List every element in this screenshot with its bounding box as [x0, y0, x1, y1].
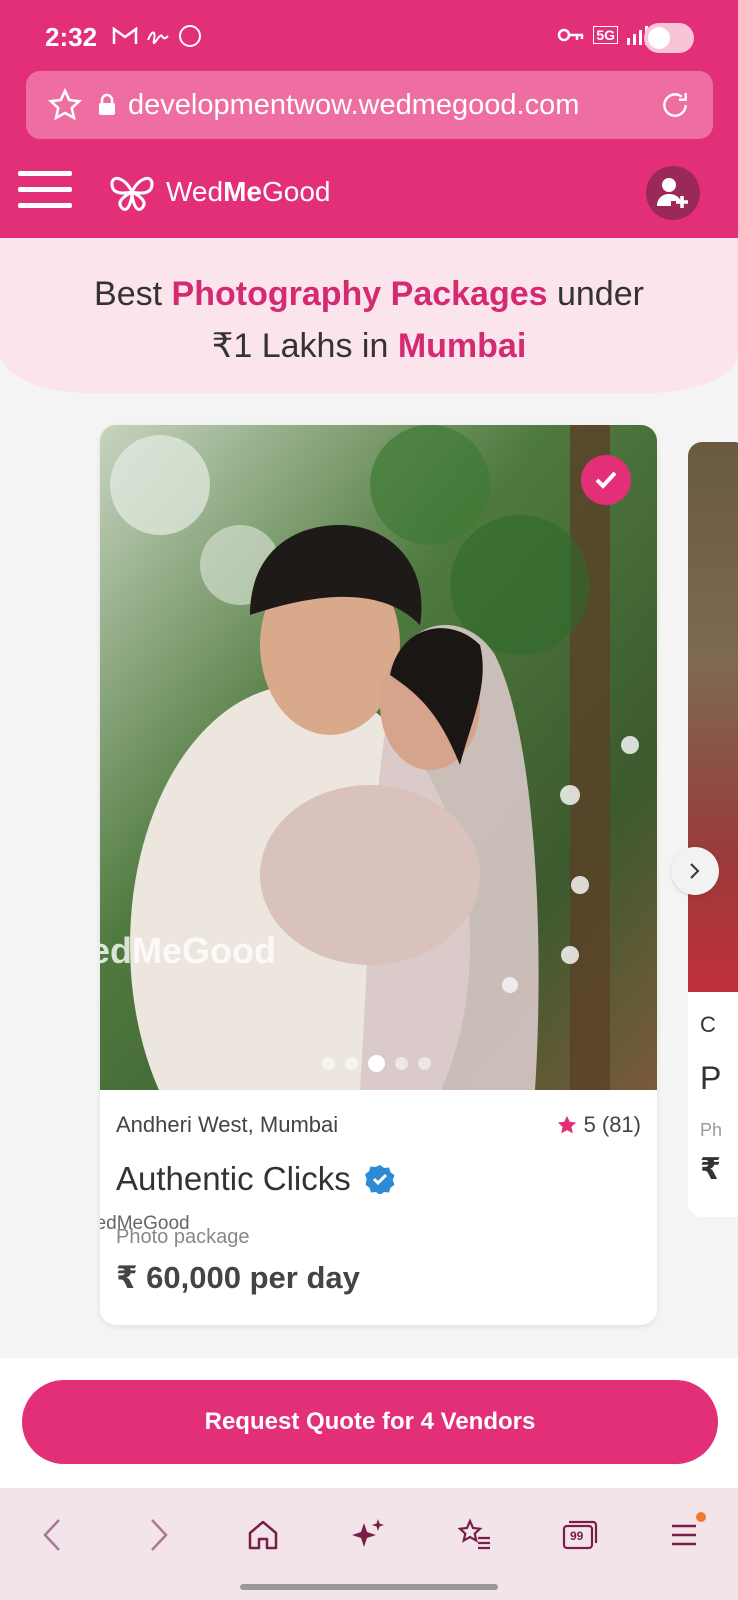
- carousel-dot[interactable]: [395, 1057, 408, 1070]
- vendor-name[interactable]: Authentic Clicks: [116, 1160, 395, 1198]
- carousel-dot[interactable]: [322, 1057, 335, 1070]
- image-watermark: edMeGood: [100, 930, 276, 971]
- add-user-button[interactable]: [646, 166, 700, 220]
- peek-vendor-name: P: [700, 1060, 722, 1096]
- tabs-button[interactable]: 99: [555, 1510, 605, 1560]
- package-type: Photo package: [116, 1226, 250, 1248]
- couple-photo-image: [100, 425, 657, 1090]
- back-button[interactable]: [27, 1510, 77, 1560]
- star-bookmark-icon[interactable]: [48, 88, 82, 122]
- peek-package-type: Ph: [700, 1120, 723, 1140]
- vendor-photo[interactable]: edMeGood: [100, 425, 657, 1090]
- rating-value: 5: [583, 1112, 596, 1137]
- carousel-dot[interactable]: [345, 1057, 358, 1070]
- battery-toggle-icon: [644, 23, 694, 53]
- vendor-info: Andheri West, Mumbai 5 (81) Authentic Cl…: [100, 1090, 657, 1325]
- butterfly-logo-icon: [110, 176, 154, 211]
- request-quote-button[interactable]: Request Quote for 4 Vendors: [22, 1380, 718, 1464]
- hamburger-menu-icon[interactable]: [18, 171, 72, 209]
- site-header: WedMeGood: [0, 145, 738, 238]
- status-time: 2:32: [45, 22, 98, 52]
- gesture-bar[interactable]: [240, 1584, 498, 1590]
- notification-icons: [112, 24, 202, 48]
- vpn-key-icon: [558, 28, 584, 42]
- carousel-dot-active[interactable]: [368, 1055, 385, 1072]
- review-count: (81): [601, 1112, 641, 1137]
- selected-check-icon[interactable]: [581, 455, 631, 505]
- carousel-dot[interactable]: [418, 1057, 431, 1070]
- sync-circle-icon: [179, 25, 201, 47]
- tabs-count: 99: [570, 1529, 584, 1543]
- carousel-next-button[interactable]: [671, 847, 719, 895]
- hero-banner: Best Photography Packages under ₹1 Lakhs…: [0, 238, 738, 393]
- vendor-rating: 5 (81): [556, 1112, 641, 1138]
- star-list-icon: [457, 1518, 490, 1550]
- star-icon: [557, 1115, 576, 1134]
- add-user-icon: [657, 178, 688, 208]
- brand-logo[interactable]: WedMeGood: [108, 172, 330, 212]
- chevron-left-icon: [43, 1519, 60, 1551]
- verified-badge-icon: [364, 1165, 395, 1194]
- brand-name: WedMeGood: [166, 176, 331, 207]
- forward-button[interactable]: [134, 1510, 184, 1560]
- package-price: ₹ 60,000 per day: [116, 1260, 360, 1295]
- sparkle-icon: [352, 1519, 384, 1547]
- home-icon: [248, 1520, 278, 1550]
- reload-icon[interactable]: [659, 89, 691, 121]
- status-bar: 2:32 5G: [0, 0, 738, 70]
- chevron-right-icon: [151, 1519, 168, 1551]
- ai-assistant-button[interactable]: [343, 1510, 393, 1560]
- chevron-right-icon: [690, 863, 700, 879]
- notification-dot-icon: [696, 1512, 706, 1522]
- peek-price: ₹: [700, 1153, 721, 1186]
- network-5g-icon: 5G: [593, 26, 618, 44]
- gmail-icon: [112, 26, 138, 44]
- carousel-dots[interactable]: [322, 1055, 431, 1072]
- vendor-location: Andheri West, Mumbai: [116, 1112, 339, 1137]
- url-text[interactable]: developmentwow.wedmegood.com: [128, 89, 659, 122]
- bookmarks-button[interactable]: [449, 1510, 499, 1560]
- browser-toolbar: developmentwow.wedmegood.com: [0, 70, 738, 145]
- browser-bottom-nav: 99: [0, 1488, 738, 1600]
- signature-icon: [147, 31, 169, 45]
- url-bar[interactable]: developmentwow.wedmegood.com: [26, 71, 713, 139]
- lock-icon: [99, 93, 115, 115]
- next-vendor-photo: [688, 442, 738, 992]
- vendor-card[interactable]: edMeGood Andheri West, Mumbai 5 (81) Aut…: [100, 425, 657, 1325]
- menu-icon: [672, 1524, 696, 1546]
- cta-area: Request Quote for 4 Vendors: [0, 1358, 738, 1488]
- peek-location: C: [700, 1012, 716, 1037]
- browser-menu-button[interactable]: [660, 1510, 710, 1560]
- page-title: Best Photography Packages under ₹1 Lakhs…: [94, 275, 644, 365]
- home-button[interactable]: [238, 1510, 288, 1560]
- next-vendor-card[interactable]: C P Ph ₹: [688, 442, 738, 1217]
